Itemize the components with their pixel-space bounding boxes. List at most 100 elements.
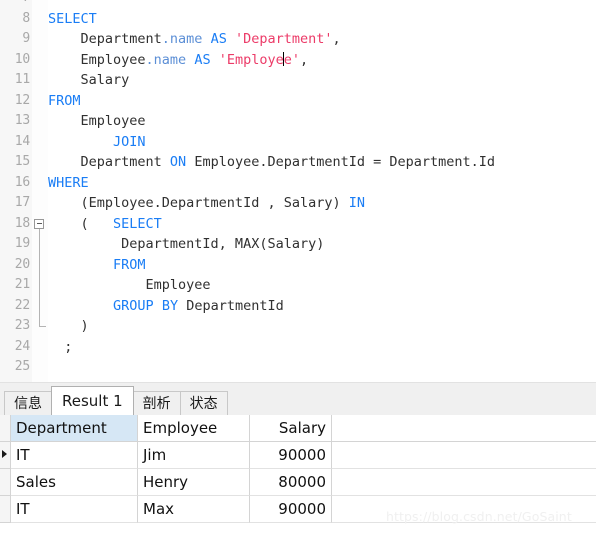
table-row[interactable]: IT Max 90000 <box>0 496 596 523</box>
result-grid-body[interactable]: IT Jim 90000 Sales Henry 80000 IT Max 90000 <box>0 442 596 523</box>
table-cell[interactable]: Henry <box>138 469 250 496</box>
column-header[interactable]: Employee <box>138 415 250 442</box>
code-line[interactable]: 15 Department ON Employee.DepartmentId =… <box>0 152 596 173</box>
code-token: 'Department' <box>234 31 333 47</box>
line-number: 12 <box>14 92 30 108</box>
fold-range-line <box>38 228 40 326</box>
result-tab-bar[interactable]: 信息 Result 1 剖析 状态 <box>0 382 596 415</box>
line-number: 20 <box>14 256 30 272</box>
table-cell[interactable]: Max <box>138 496 250 523</box>
row-header[interactable] <box>0 496 11 523</box>
code-line[interactable]: 9 Department.name AS 'Department', <box>0 29 596 50</box>
code-line-text: ) <box>48 316 89 337</box>
line-number: 15 <box>14 154 30 169</box>
code-line[interactable]: 18 ( SELECT <box>0 214 596 235</box>
result-tab[interactable]: 信息 <box>4 391 52 415</box>
code-line[interactable]: 7 <box>0 0 596 9</box>
code-line[interactable]: 17 (Employee.DepartmentId , Salary) IN <box>0 193 596 214</box>
code-token: AS <box>210 31 227 47</box>
current-row-arrow-icon <box>2 450 7 458</box>
code-token: , <box>332 31 341 47</box>
code-line[interactable]: 11 Salary <box>0 70 596 91</box>
result-tab[interactable]: 剖析 <box>132 391 181 415</box>
line-number: 14 <box>14 133 30 149</box>
code-line[interactable]: 13 Employee <box>0 111 596 132</box>
column-header[interactable]: Department <box>11 415 138 442</box>
code-line[interactable]: 22 GROUP BY DepartmentId <box>0 296 596 317</box>
result-grid-header-row[interactable]: Department Employee Salary <box>0 415 596 442</box>
code-line[interactable]: 20 FROM <box>0 255 596 276</box>
code-area[interactable]: 78SELECT9 Department.name AS 'Department… <box>0 0 596 374</box>
line-number: 19 <box>14 236 30 251</box>
code-line[interactable]: 21 Employee <box>0 275 596 296</box>
table-row[interactable]: Sales Henry 80000 <box>0 469 596 496</box>
code-token: FROM <box>113 256 146 273</box>
line-number: 24 <box>14 338 30 354</box>
row-header[interactable] <box>0 442 11 469</box>
result-tab-label: 状态 <box>189 396 218 412</box>
code-line[interactable]: 16 WHERE <box>0 173 596 194</box>
line-number: 16 <box>14 174 30 190</box>
code-token: , <box>300 51 309 68</box>
column-header-filler <box>332 415 596 442</box>
result-tab-active[interactable]: Result 1 <box>51 386 134 415</box>
code-line[interactable]: 24 ; <box>0 337 596 358</box>
table-cell[interactable]: IT <box>11 496 138 523</box>
code-token: GROUP <box>113 297 154 314</box>
code-token: IN <box>348 195 365 211</box>
code-token: BY <box>161 297 179 314</box>
code-token: AS <box>194 51 211 68</box>
code-line-text: ( SELECT <box>48 214 162 235</box>
code-line-text: FROM <box>48 91 81 112</box>
line-number: 11 <box>14 72 30 87</box>
code-line-text: Department.name AS 'Department', <box>48 29 341 50</box>
code-line-text: Salary <box>48 70 130 91</box>
result-tab-label: 剖析 <box>142 396 171 412</box>
code-line-text: Employee <box>48 111 146 132</box>
row-header-corner <box>0 415 11 442</box>
result-tab[interactable]: 状态 <box>179 391 228 415</box>
code-line[interactable]: 8 SELECT <box>0 9 596 30</box>
row-filler <box>332 442 596 469</box>
table-row[interactable]: IT Jim 90000 <box>0 442 596 469</box>
sql-editor[interactable]: 78SELECT9 Department.name AS 'Department… <box>0 0 596 382</box>
column-header[interactable]: Salary <box>250 415 332 442</box>
code-line-text: (Employee.DepartmentId , Salary) IN <box>48 193 366 214</box>
code-token: Department <box>48 31 162 47</box>
table-cell[interactable]: 90000 <box>250 496 332 523</box>
code-line[interactable]: 12 FROM <box>0 91 596 112</box>
code-line[interactable]: 14 JOIN <box>0 132 596 153</box>
code-token: ON <box>169 154 187 170</box>
table-cell[interactable]: 90000 <box>250 442 332 469</box>
fold-range-end-tick <box>38 326 46 327</box>
result-tab-list[interactable]: 信息 Result 1 剖析 状态 <box>4 386 228 415</box>
table-cell[interactable]: Sales <box>11 469 138 496</box>
code-line[interactable]: 23 ) <box>0 316 596 337</box>
line-number: 7 <box>0 0 30 9</box>
line-number: 18 <box>14 215 30 231</box>
code-token: ) <box>48 318 89 334</box>
result-grid[interactable]: Department Employee Salary IT Jim 90000 Sales… <box>0 415 596 538</box>
code-line-text: SELECT <box>48 9 97 30</box>
table-cell[interactable]: IT <box>11 442 138 469</box>
code-line[interactable]: 25 <box>0 357 596 378</box>
fold-collapse-icon[interactable] <box>34 218 44 229</box>
code-token: SELECT <box>113 215 162 232</box>
table-cell[interactable]: Jim <box>138 442 250 469</box>
code-token: JOIN <box>113 133 146 150</box>
row-filler <box>332 496 596 523</box>
code-line-text: Department ON Employee.DepartmentId = De… <box>48 152 496 173</box>
row-header[interactable] <box>0 469 11 496</box>
code-token: Salary <box>48 72 130 88</box>
code-line-text: DepartmentId, MAX(Salary) <box>48 234 324 255</box>
code-line[interactable]: 19 DepartmentId, MAX(Salary) <box>0 234 596 255</box>
table-cell[interactable]: 80000 <box>250 469 332 496</box>
code-token: e' <box>283 51 301 68</box>
code-line[interactable]: 10 Employee.name AS 'Employee', <box>0 50 596 71</box>
line-number: 25 <box>14 359 30 374</box>
result-tab-label: Result 1 <box>62 392 123 410</box>
code-token: DepartmentId, MAX(Salary) <box>48 236 325 252</box>
